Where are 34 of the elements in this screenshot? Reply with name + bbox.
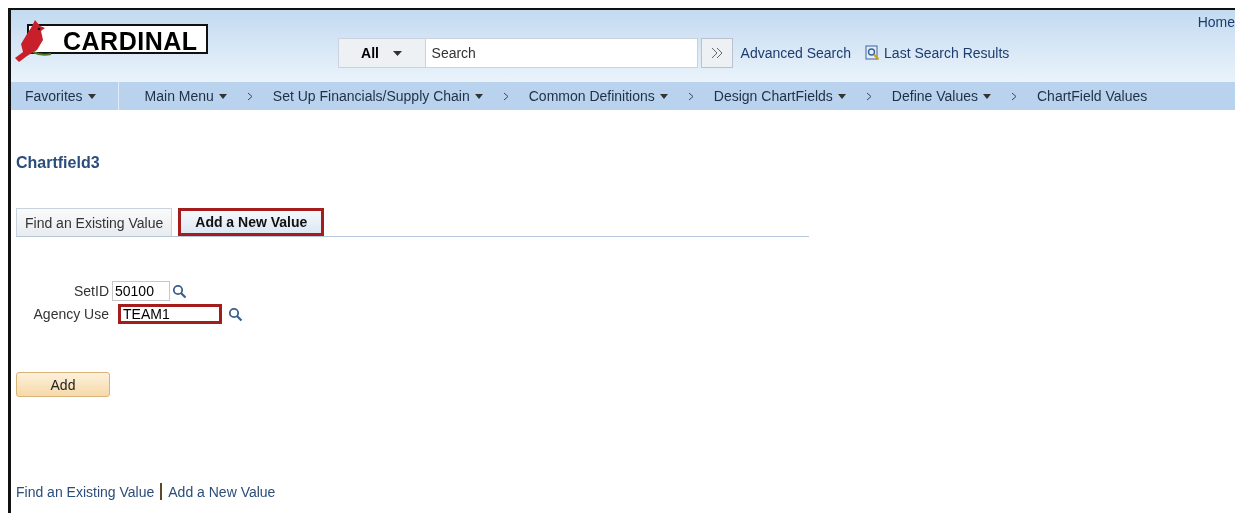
logo-text: CARDINAL — [27, 24, 208, 54]
double-chevron-icon — [709, 47, 724, 59]
caret-icon — [87, 93, 96, 99]
search-icon[interactable] — [172, 283, 187, 299]
caret-icon — [837, 93, 846, 99]
field-label: SetID — [73, 283, 110, 299]
menu-item[interactable]: ChartField Values — [1037, 88, 1148, 104]
field-label: Agency Use — [32, 306, 110, 322]
input-field[interactable]: TEAM1 — [118, 304, 222, 324]
caret-icon — [659, 93, 668, 99]
footer-link[interactable]: Find an Existing Value — [16, 483, 155, 500]
tab[interactable]: Add a New Value — [178, 208, 325, 236]
header-link[interactable]: Advanced Search — [740, 45, 852, 61]
menu-item[interactable]: Main Menu — [144, 88, 214, 104]
search-icon[interactable] — [228, 306, 243, 322]
search-field[interactable]: Search — [425, 38, 698, 68]
input-field[interactable]: 50100 — [112, 281, 170, 301]
caret-icon — [983, 93, 991, 99]
caret-icon — [474, 93, 483, 99]
header-link[interactable]: Last Search Results — [884, 45, 1010, 61]
menu-item[interactable]: Define Values — [891, 88, 978, 104]
menu-item[interactable]: Common Definitions — [528, 88, 655, 104]
search-results-icon[interactable] — [865, 45, 881, 61]
menu-item[interactable]: Favorites — [25, 88, 83, 104]
footer-link[interactable]: Add a New Value — [168, 483, 276, 500]
page-title: Chartfield3 — [16, 154, 101, 172]
caret-icon — [218, 93, 227, 99]
caret-icon — [393, 50, 402, 56]
scope-dropdown[interactable]: All — [337, 38, 426, 68]
home-link[interactable]: Home — [1197, 14, 1235, 30]
menu-item[interactable]: Set Up Financials/Supply Chain — [272, 88, 470, 104]
menu-item[interactable]: Design ChartFields — [713, 88, 833, 104]
add-button[interactable]: Add — [16, 372, 110, 397]
tab[interactable]: Find an Existing Value — [16, 208, 173, 236]
